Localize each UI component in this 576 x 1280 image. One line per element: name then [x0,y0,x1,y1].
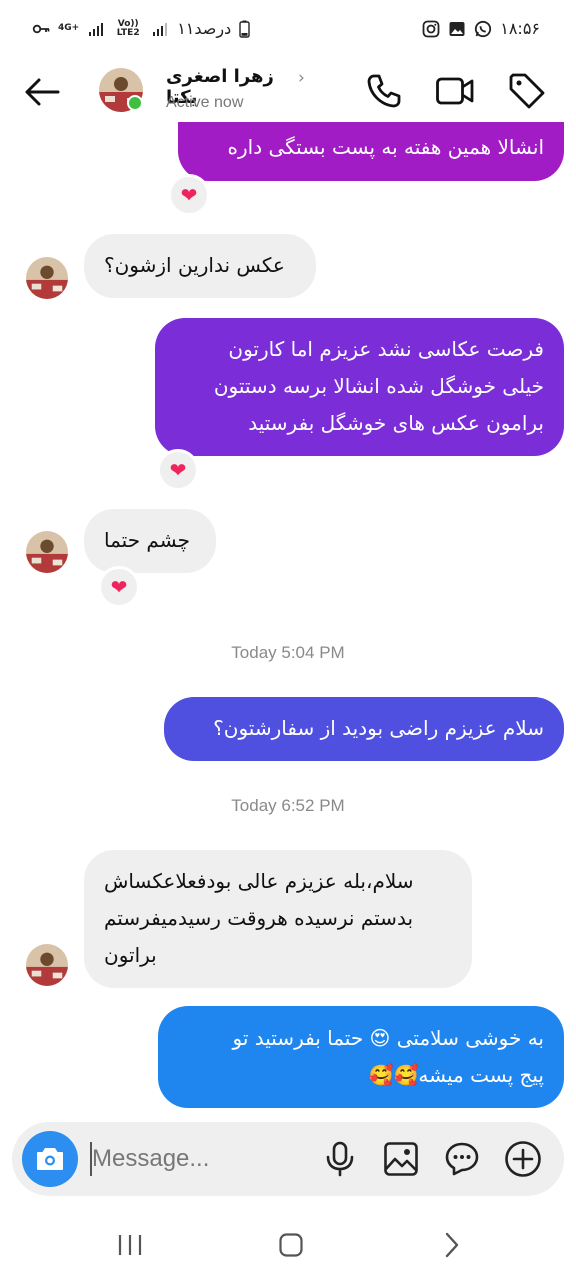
timestamp: Today 5:04 PM [231,643,345,662]
signal-icon-2 [153,22,168,36]
sender-avatar[interactable] [26,944,68,986]
instagram-icon [422,20,440,37]
message-text: سلام عزیزم راضی بودید از سفارشتون؟ [213,716,544,740]
camera-icon [37,1148,63,1170]
tag-icon [509,73,545,109]
audio-call-button[interactable] [363,70,405,112]
chat-header: زهرا اصغری یکتا › Active now [0,62,576,122]
network-type: 4G+ [58,23,80,33]
sender-avatar[interactable] [26,257,68,299]
signal-icon [89,22,104,36]
video-icon [436,77,474,105]
sender-avatar[interactable] [26,531,68,573]
add-button[interactable] [503,1139,543,1179]
nav-back-icon [445,1232,459,1258]
message-bubble-outgoing[interactable]: به خوشی سلامتی 😍 حتما بفرستید تو پیج پست… [158,1006,564,1108]
back-arrow-icon [25,78,60,106]
gallery-button[interactable] [381,1139,421,1179]
video-call-button[interactable] [434,70,476,112]
message-bubble-outgoing[interactable]: فرصت عکاسی نشد عزیزم اما کارتون خیلی خوش… [155,318,564,456]
message-input[interactable] [92,1140,312,1178]
avatar-image [26,531,68,573]
message-line: بدستم نرسیده هروقت رسیدمیفرستم [104,906,414,930]
mic-icon [326,1141,354,1177]
volte-indicator: Vo)) LTE2 [116,18,140,38]
key-icon [32,24,50,33]
message-line: پیج پست میشه🥰🥰 [368,1063,544,1087]
reaction-heart[interactable]: ❤ [168,174,210,216]
active-status: Active now [166,94,244,111]
message-text: چشم حتما [104,528,190,552]
message-line: سلام،بله عزیزم عالی بودفعلاعکساش [104,869,414,893]
message-bubble-incoming[interactable]: چشم حتما [84,509,216,573]
battery-icon [239,20,250,38]
voice-message-button[interactable] [320,1139,360,1179]
nav-back-button[interactable] [432,1228,472,1262]
timestamp: Today 6:52 PM [231,796,345,815]
status-bar-notifications: ۱۸:۵۶ [422,19,540,38]
avatar-image [26,944,68,986]
battery-percent: ۱۱درصد [177,19,232,38]
message-line: به خوشی سلامتی 😍 حتما بفرستید تو [232,1026,544,1050]
tag-button[interactable] [506,70,548,112]
message-bubble-outgoing[interactable]: انشالا همین هفته به پست بستگی داره [178,122,564,181]
reaction-heart[interactable]: ❤ [157,449,199,491]
message-line: فرصت عکاسی نشد عزیزم اما کارتون [228,337,544,361]
home-icon [279,1233,303,1257]
recent-apps-icon [118,1235,142,1255]
gallery-icon [384,1142,418,1176]
chevron-right-icon: › [298,68,305,88]
add-icon [505,1141,541,1177]
message-bubble-outgoing[interactable]: سلام عزیزم راضی بودید از سفارشتون؟ [164,697,564,761]
message-line: براتون [104,943,157,967]
message-text: عکس ندارین ازشون؟ [104,253,285,277]
status-bar-system: 4G+ Vo)) LTE2 ۱۱درصد [32,19,250,38]
home-button[interactable] [271,1228,311,1262]
sticker-icon [445,1142,479,1176]
phone-icon [367,74,401,108]
system-navigation-bar [0,1210,576,1280]
message-bubble-incoming[interactable]: عکس ندارین ازشون؟ [84,234,316,298]
message-text: انشالا همین هفته به پست بستگی داره [227,135,545,159]
message-line: خیلی خوشگل شده انشالا برسه دستتون [213,374,544,398]
recent-apps-button[interactable] [110,1228,150,1262]
sticker-button[interactable] [442,1139,482,1179]
reaction-heart[interactable]: ❤ [98,566,140,608]
online-indicator [127,95,143,111]
avatar-image [26,257,68,299]
whatsapp-icon [475,20,492,37]
message-bubble-incoming[interactable]: سلام،بله عزیزم عالی بودفعلاعکساش بدستم ن… [84,850,472,988]
status-time: ۱۸:۵۶ [500,19,540,38]
message-composer [12,1122,564,1196]
message-list[interactable]: انشالا همین هفته به پست بستگی داره ❤ عکس… [0,122,576,1122]
camera-button[interactable] [22,1131,78,1187]
status-bar: ۱۸:۵۶ 4G+ Vo)) LTE2 ۱۱درصد [0,0,576,62]
message-line: برامون عکس های خوشگل بفرستید [248,411,544,435]
gallery-notification-icon [449,21,465,36]
back-button[interactable] [22,72,62,112]
